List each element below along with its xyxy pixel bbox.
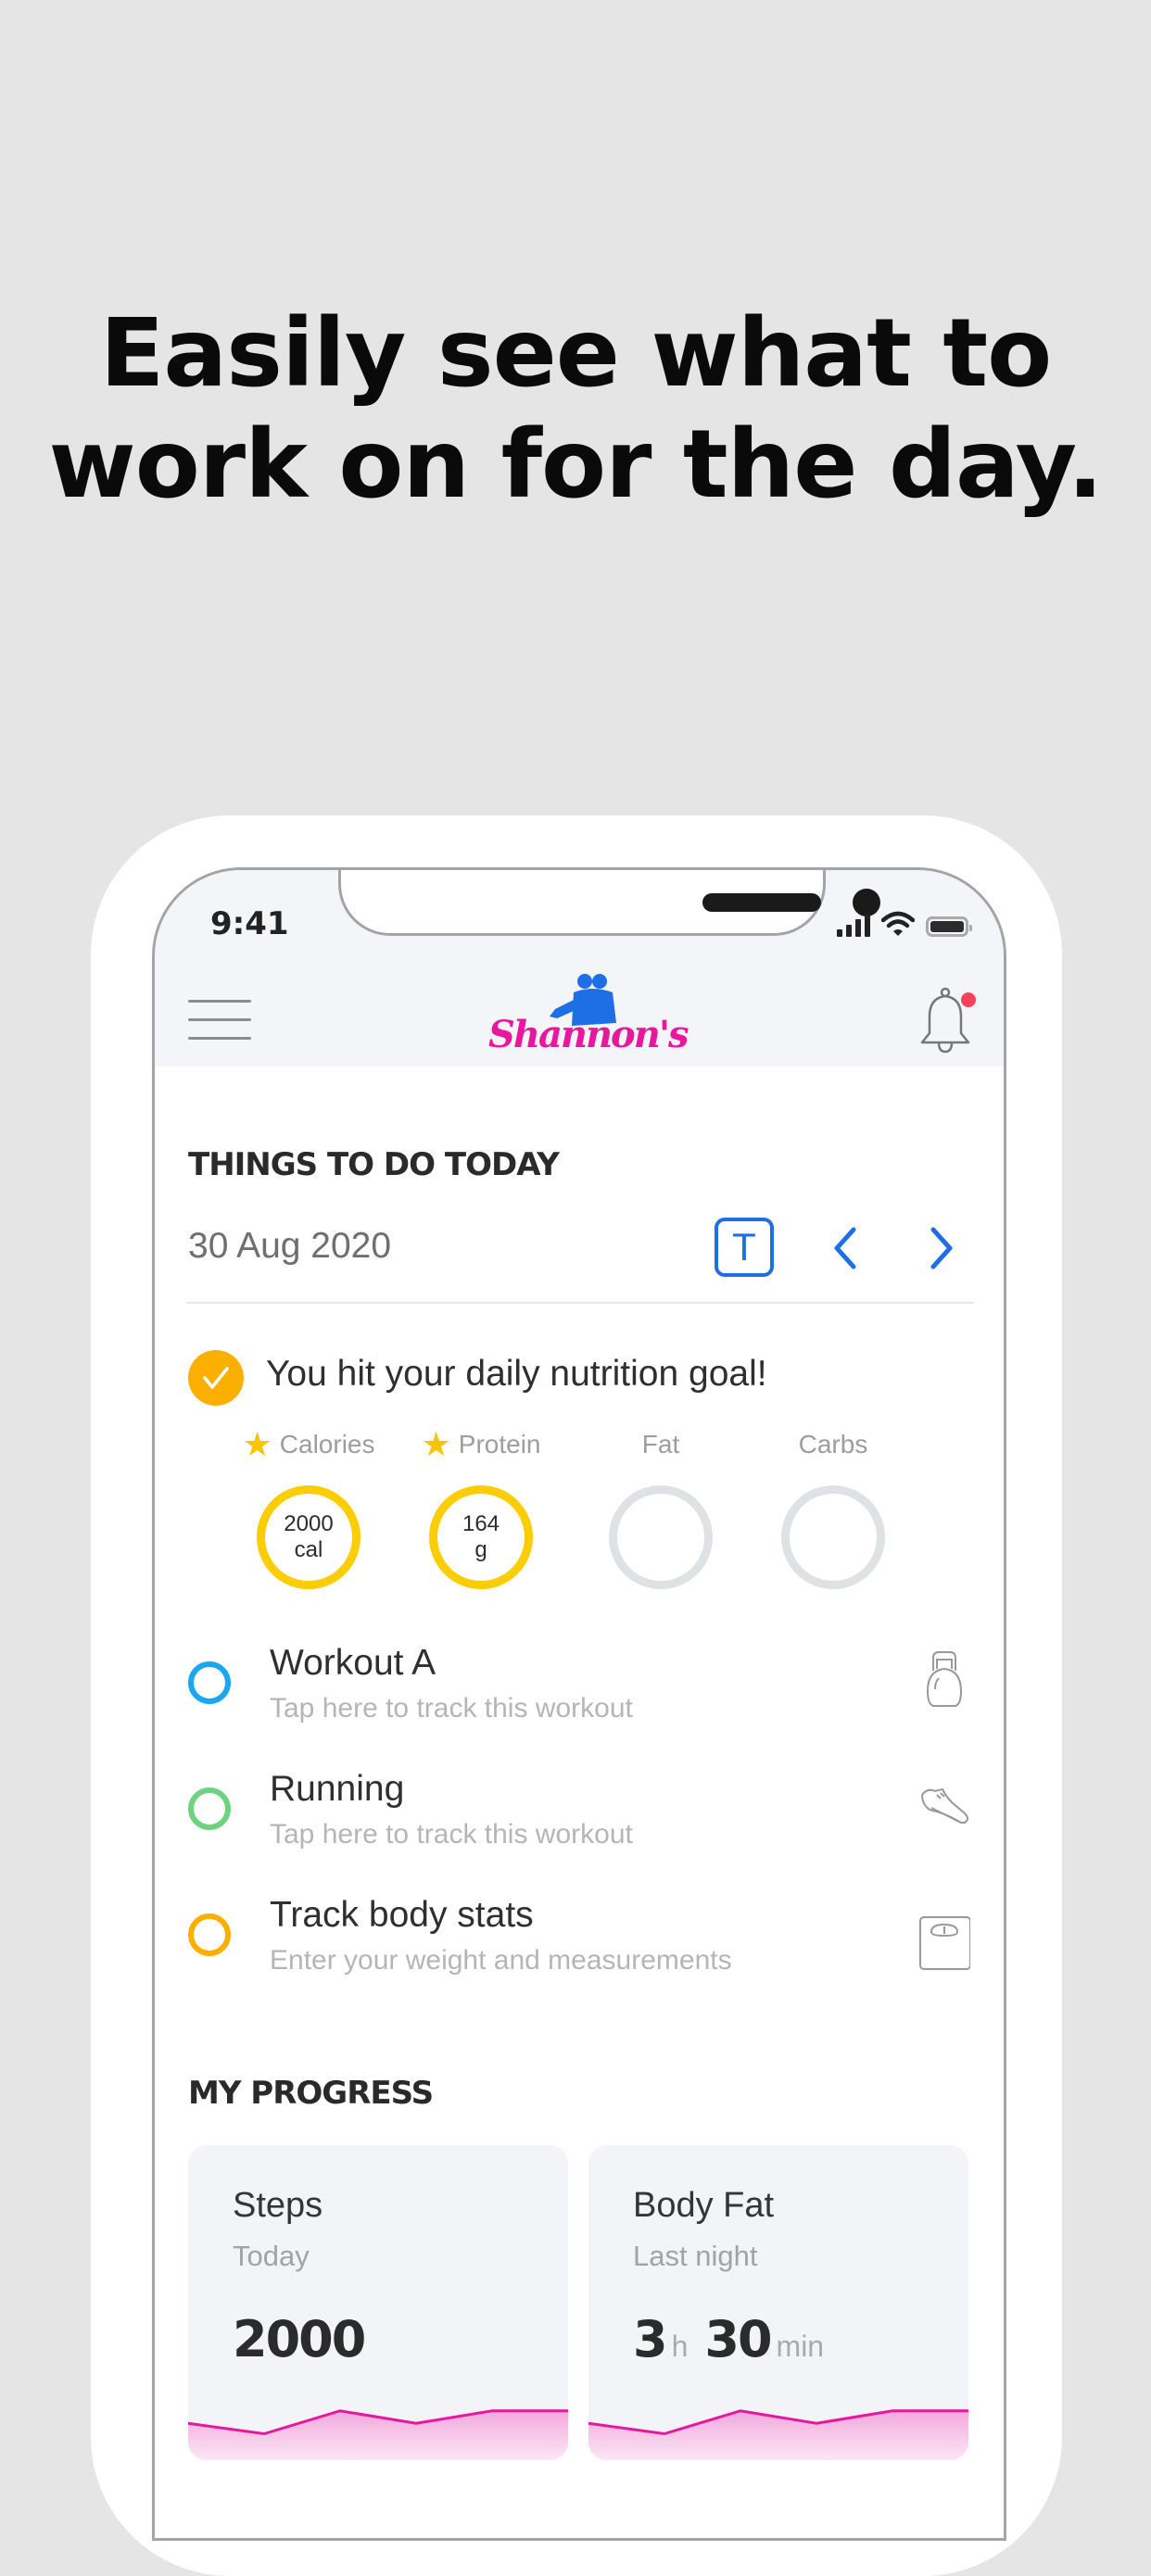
macro-unit: g <box>474 1537 487 1562</box>
macro-label: Carbs <box>798 1430 868 1458</box>
goal-completed-check[interactable] <box>188 1350 244 1406</box>
card-title: Body Fat <box>633 2186 775 2225</box>
task-track-body-stats[interactable]: Track body stats Enter your weight and m… <box>155 1895 1004 2006</box>
speaker <box>702 893 821 912</box>
body-fat-value: 3 h 30 min <box>633 2310 841 2368</box>
current-date: 30 Aug 2020 <box>188 1226 392 1266</box>
notch <box>338 870 880 936</box>
checkmark-icon <box>203 1367 229 1389</box>
card-subtitle: Today <box>233 2240 310 2272</box>
next-day-button[interactable] <box>924 1220 961 1276</box>
steps-sparkline <box>188 2409 568 2460</box>
headline-line-2: work on for the day. <box>48 410 1103 520</box>
logo-text: Shannon's <box>488 1013 689 1056</box>
today-button[interactable]: T <box>715 1218 774 1277</box>
card-title: Steps <box>233 2186 323 2225</box>
macro-fat[interactable]: Fat <box>587 1426 735 1589</box>
notifications-button[interactable] <box>915 985 980 1059</box>
macro-ring: 2000 cal <box>257 1485 360 1589</box>
phone-screen: 9:41 Shannon's THINGS TO DO TODAY 30 Aug… <box>152 867 1006 2541</box>
task-checkbox[interactable] <box>188 1787 231 1830</box>
task-running[interactable]: Running Tap here to track this workout <box>155 1769 1004 1880</box>
macro-value: 2000 <box>284 1511 334 1536</box>
card-subtitle: Last night <box>633 2240 758 2272</box>
task-subtitle: Enter your weight and measurements <box>270 1945 732 1976</box>
signal-icon <box>837 913 870 937</box>
macro-value: 164 <box>462 1511 500 1536</box>
notification-badge <box>961 992 976 1007</box>
wifi-icon <box>881 911 915 936</box>
divider <box>186 1302 974 1304</box>
chevron-right-icon <box>930 1227 953 1269</box>
menu-icon[interactable] <box>188 1000 251 1041</box>
scale-icon <box>919 1916 970 1970</box>
kettlebell-icon <box>926 1651 963 1707</box>
body-fat-card[interactable]: Body Fat Last night 3 h 30 min <box>588 2145 968 2460</box>
macro-label: Protein <box>458 1430 541 1458</box>
star-icon: ★ <box>421 1425 451 1463</box>
status-time: 9:41 <box>210 905 289 942</box>
macro-protein[interactable]: ★ Protein 164 g <box>407 1426 555 1589</box>
status-icons <box>837 911 972 937</box>
previous-day-button[interactable] <box>826 1220 863 1276</box>
minutes-value: 30 <box>704 2310 772 2368</box>
steps-value: 2000 <box>233 2310 366 2368</box>
body-fat-sparkline <box>588 2409 968 2460</box>
star-icon: ★ <box>242 1425 272 1463</box>
task-workout-a[interactable]: Workout A Tap here to track this workout <box>155 1643 1004 1754</box>
task-checkbox[interactable] <box>188 1913 231 1956</box>
things-to-do-title: THINGS TO DO TODAY <box>188 1146 560 1183</box>
macro-unit: cal <box>294 1537 323 1562</box>
chevron-left-icon <box>834 1227 856 1269</box>
macro-label: Calories <box>279 1430 375 1458</box>
macro-calories[interactable]: ★ Calories 2000 cal <box>234 1426 383 1589</box>
hours-value: 3 <box>633 2310 668 2368</box>
macro-label: Fat <box>641 1430 680 1458</box>
macro-ring <box>781 1485 885 1589</box>
task-title: Running <box>270 1769 405 1809</box>
task-checkbox[interactable] <box>188 1661 231 1704</box>
nutrition-goal-message: You hit your daily nutrition goal! <box>266 1354 767 1394</box>
hours-unit: h <box>671 2330 689 2363</box>
running-shoe-icon <box>920 1787 968 1824</box>
macro-carbs[interactable]: Carbs <box>759 1426 907 1589</box>
task-title: Workout A <box>270 1643 436 1683</box>
headline: Easily see what to work on for the day. <box>0 298 1151 521</box>
task-subtitle: Tap here to track this workout <box>270 1819 633 1850</box>
minutes-unit: min <box>776 2330 825 2363</box>
steps-card[interactable]: Steps Today 2000 <box>188 2145 568 2460</box>
my-progress-title: MY PROGRESS <box>188 2075 434 2112</box>
battery-icon <box>926 916 972 937</box>
macro-ring <box>609 1485 713 1589</box>
app-logo: Shannon's <box>479 972 689 1065</box>
task-subtitle: Tap here to track this workout <box>270 1693 633 1724</box>
task-title: Track body stats <box>270 1895 534 1935</box>
headline-line-1: Easily see what to <box>99 298 1053 409</box>
macro-ring: 164 g <box>429 1485 533 1589</box>
